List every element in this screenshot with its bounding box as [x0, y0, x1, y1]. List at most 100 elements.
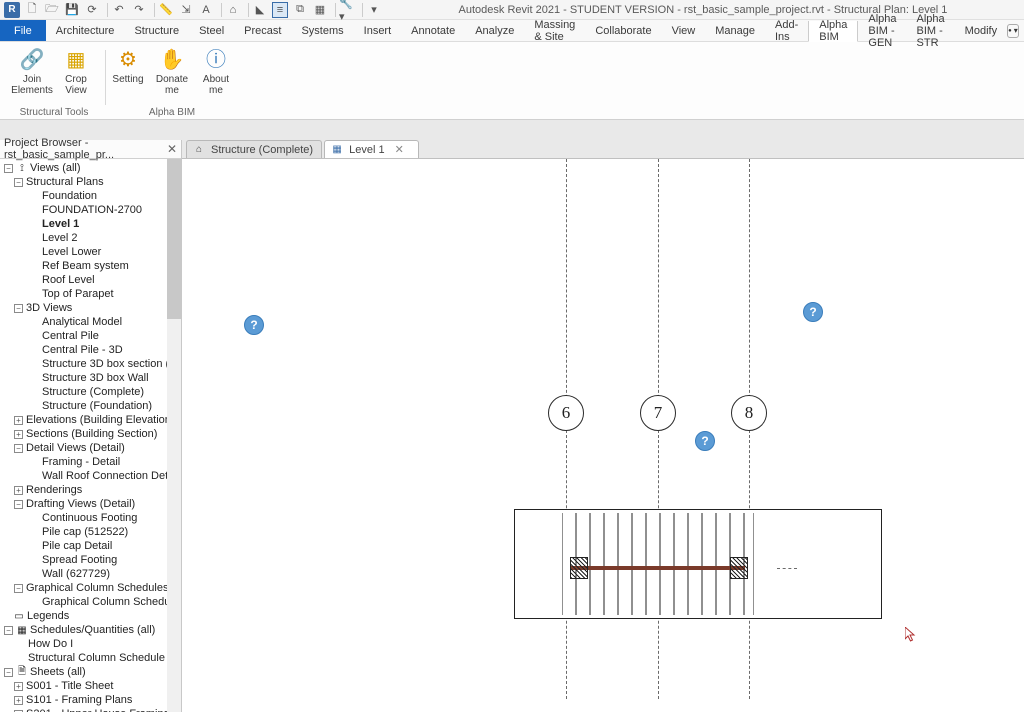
schedules[interactable]: −▦Schedules/Quantities (all): [0, 623, 181, 637]
tab-steel[interactable]: Steel: [189, 20, 234, 41]
list-item[interactable]: Analytical Model: [0, 315, 181, 329]
text-icon[interactable]: A: [198, 2, 214, 18]
file-icon[interactable]: 🗋: [24, 2, 40, 18]
tab-modify[interactable]: Modify: [955, 20, 1007, 41]
sheets[interactable]: −🗎Sheets (all): [0, 665, 181, 679]
list-item[interactable]: Structure (Complete): [0, 385, 181, 399]
close-icon[interactable]: ✕: [167, 142, 177, 156]
tab-massing[interactable]: Massing & Site: [524, 20, 585, 41]
grid-bubble-6[interactable]: 6: [548, 395, 584, 431]
drafting-views[interactable]: −Drafting Views (Detail): [0, 497, 181, 511]
list-item[interactable]: Continuous Footing: [0, 511, 181, 525]
list-item[interactable]: How Do I: [0, 637, 181, 651]
view-tab-structure-complete[interactable]: ⌂ Structure (Complete): [186, 140, 322, 158]
beam[interactable]: [570, 566, 745, 570]
grid-bubble-8[interactable]: 8: [731, 395, 767, 431]
tab-annotate[interactable]: Annotate: [401, 20, 465, 41]
renderings[interactable]: +Renderings: [0, 483, 181, 497]
list-item[interactable]: Graphical Column Schedule: [0, 595, 181, 609]
undo-icon[interactable]: ↶: [111, 2, 127, 18]
list-item[interactable]: Pile cap (512522): [0, 525, 181, 539]
view-tab-level-1[interactable]: ▦ Level 1 ✕: [324, 140, 419, 158]
list-item[interactable]: Level 2: [0, 231, 181, 245]
list-item[interactable]: Central Pile: [0, 329, 181, 343]
legends[interactable]: ▭Legends: [0, 609, 181, 623]
tab-insert[interactable]: Insert: [354, 20, 402, 41]
tab-alpha-bim[interactable]: Alpha BIM: [808, 21, 858, 42]
grid-bubble-7[interactable]: 7: [640, 395, 676, 431]
list-item[interactable]: Structure 3D box section (Framing): [0, 357, 181, 371]
close-hidden-icon[interactable]: ⧉: [292, 2, 308, 18]
scrollbar[interactable]: [167, 159, 181, 712]
tab-collaborate[interactable]: Collaborate: [585, 20, 661, 41]
list-item[interactable]: Ref Beam system: [0, 259, 181, 273]
3d-icon[interactable]: ⌂: [225, 2, 241, 18]
list-item-active[interactable]: Level 1: [0, 217, 181, 231]
tab-alpha-bim-gen[interactable]: Alpha BIM - GEN: [858, 20, 906, 41]
qat-dropdown-icon[interactable]: ▾: [366, 2, 382, 18]
list-item[interactable]: Wall (627729): [0, 567, 181, 581]
align-icon[interactable]: ⇲: [178, 2, 194, 18]
tab-systems[interactable]: Systems: [291, 20, 353, 41]
crop-view-button[interactable]: ▦ Crop View: [56, 46, 96, 96]
tab-analyze[interactable]: Analyze: [465, 20, 524, 41]
section-icon[interactable]: ◣: [252, 2, 268, 18]
list-item[interactable]: Structure 3D box Wall: [0, 371, 181, 385]
info-icon: ⓘ: [202, 46, 230, 74]
list-item[interactable]: Pile cap Detail: [0, 539, 181, 553]
list-item[interactable]: Spread Footing: [0, 553, 181, 567]
switch-windows-icon[interactable]: ▦: [312, 2, 328, 18]
tab-architecture[interactable]: Architecture: [46, 20, 125, 41]
views-root[interactable]: −⟟Views (all): [0, 161, 181, 175]
list-item[interactable]: Wall Roof Connection Detail: [0, 469, 181, 483]
about-button[interactable]: ⓘ About me: [196, 46, 236, 96]
tab-precast[interactable]: Precast: [234, 20, 291, 41]
list-item[interactable]: Structure (Foundation): [0, 399, 181, 413]
thin-lines-icon[interactable]: ≡: [272, 2, 288, 18]
help-marker[interactable]: ?: [803, 302, 823, 322]
measure-icon[interactable]: 📏: [158, 2, 174, 18]
help-marker[interactable]: ?: [244, 315, 264, 335]
donate-button[interactable]: ✋ Donate me: [152, 46, 192, 96]
3d-views[interactable]: −3D Views: [0, 301, 181, 315]
structural-plans[interactable]: −Structural Plans: [0, 175, 181, 189]
tab-file[interactable]: File: [0, 20, 46, 41]
revit-app-icon[interactable]: R: [4, 2, 20, 18]
redo-icon[interactable]: ↷: [131, 2, 147, 18]
help-marker[interactable]: ?: [695, 431, 715, 451]
save-icon[interactable]: 💾: [64, 2, 80, 18]
join-elements-button[interactable]: 🔗 Join Elements: [12, 46, 52, 96]
open-icon[interactable]: 🗁: [44, 2, 60, 18]
tab-alpha-bim-str[interactable]: Alpha BIM - STR: [907, 20, 955, 41]
ribbon-group-alpha-bim: ⚙ Setting ✋ Donate me ⓘ About me Alpha B…: [102, 46, 242, 119]
detail-views[interactable]: −Detail Views (Detail): [0, 441, 181, 455]
ribbon-options[interactable]: [1007, 24, 1019, 38]
column-2[interactable]: [730, 557, 748, 579]
tab-addins[interactable]: Add-Ins: [765, 20, 808, 41]
list-item[interactable]: Level Lower: [0, 245, 181, 259]
close-icon[interactable]: ✕: [395, 143, 404, 156]
sync-icon[interactable]: ⟳: [84, 2, 100, 18]
column-1[interactable]: [570, 557, 588, 579]
tab-manage[interactable]: Manage: [705, 20, 765, 41]
gcs[interactable]: −Graphical Column Schedules: [0, 581, 181, 595]
tab-structure[interactable]: Structure: [124, 20, 189, 41]
list-item[interactable]: Roof Level: [0, 273, 181, 287]
drawing-canvas[interactable]: 6 7 8 E: [182, 159, 1024, 712]
customize-icon[interactable]: 🔧▾: [339, 2, 355, 18]
project-browser-body[interactable]: −⟟Views (all) −Structural Plans Foundati…: [0, 159, 181, 712]
list-item[interactable]: +S201 - Upper House Framing: [0, 707, 181, 712]
list-item[interactable]: +S001 - Title Sheet: [0, 679, 181, 693]
sections[interactable]: +Sections (Building Section): [0, 427, 181, 441]
list-item[interactable]: Foundation: [0, 189, 181, 203]
setting-button[interactable]: ⚙ Setting: [108, 46, 148, 96]
list-item[interactable]: Structural Column Schedule: [0, 651, 181, 665]
list-item[interactable]: Top of Parapet: [0, 287, 181, 301]
elevations[interactable]: +Elevations (Building Elevation): [0, 413, 181, 427]
tab-view[interactable]: View: [662, 20, 706, 41]
list-item[interactable]: FOUNDATION-2700: [0, 203, 181, 217]
list-item[interactable]: Framing - Detail: [0, 455, 181, 469]
list-item[interactable]: Central Pile - 3D: [0, 343, 181, 357]
list-item[interactable]: +S101 - Framing Plans: [0, 693, 181, 707]
scroll-thumb[interactable]: [167, 159, 181, 319]
